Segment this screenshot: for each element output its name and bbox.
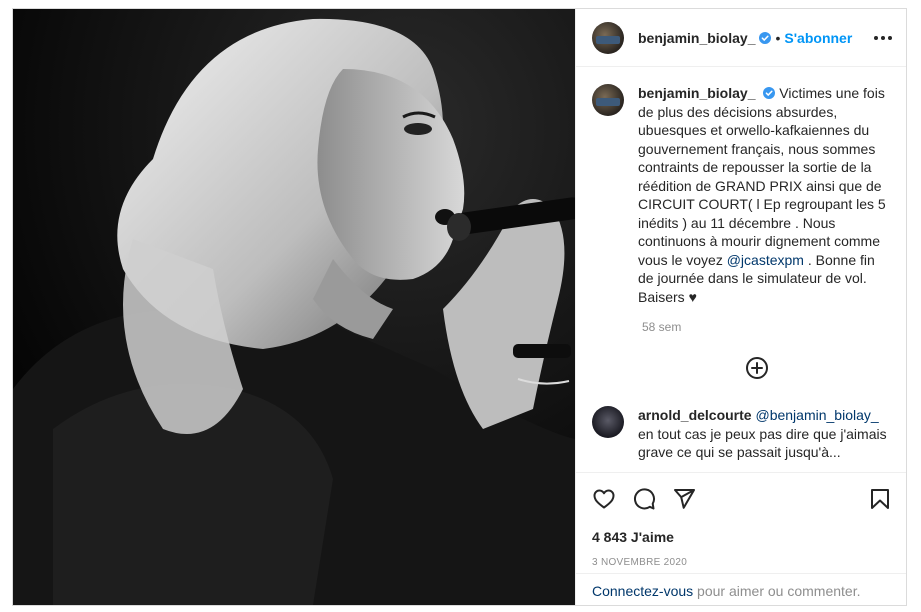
- plus-circle-icon[interactable]: [745, 356, 769, 380]
- author-username[interactable]: benjamin_biolay_: [638, 30, 755, 46]
- more-options-icon[interactable]: [868, 30, 892, 46]
- bookmark-icon[interactable]: [868, 487, 892, 511]
- login-prompt: Connectez-vous pour aimer ou commenter.: [576, 573, 906, 605]
- action-icons: [592, 483, 892, 515]
- post-header: benjamin_biolay_ • S'abonner: [576, 9, 906, 67]
- post-card: benjamin_biolay_ • S'abonner benjamin_bi…: [12, 8, 907, 606]
- post-photo[interactable]: [13, 9, 575, 605]
- post-date[interactable]: 3 NOVEMBRE 2020: [592, 557, 892, 568]
- caption-username[interactable]: benjamin_biolay_: [638, 85, 755, 101]
- header-separator: •: [775, 29, 781, 46]
- comment-mention-link[interactable]: @benjamin_biolay_: [755, 407, 878, 423]
- post-actions: 4 843 J'aime 3 NOVEMBRE 2020: [576, 472, 906, 568]
- commenter-username[interactable]: arnold_delcourte: [638, 407, 752, 423]
- heart-icon[interactable]: [592, 487, 616, 511]
- caption-avatar[interactable]: [592, 84, 624, 116]
- caption-time[interactable]: 58 sem: [642, 320, 892, 334]
- singer-photo-illustration: [13, 9, 575, 605]
- caption-verified-badge-icon: [763, 87, 776, 99]
- comment-icon[interactable]: [632, 487, 656, 511]
- comment-item: arnold_delcourte @benjamin_biolay_ en to…: [592, 406, 892, 462]
- verified-badge-icon: [759, 31, 772, 44]
- caption-text: benjamin_biolay_ Victimes une fois de pl…: [638, 84, 892, 306]
- caption: benjamin_biolay_ Victimes une fois de pl…: [592, 84, 892, 306]
- load-more-comments[interactable]: [622, 356, 892, 380]
- comment-text: arnold_delcourte @benjamin_biolay_ en to…: [638, 406, 892, 462]
- login-text: pour aimer ou commenter.: [693, 583, 861, 599]
- login-link[interactable]: Connectez-vous: [592, 583, 693, 599]
- commenter-avatar[interactable]: [592, 406, 624, 438]
- author-avatar[interactable]: [592, 21, 624, 54]
- comment-text-content: en tout cas je peux pas dire que j'aimai…: [638, 425, 887, 461]
- caption-text-part-1: Victimes une fois de plus des décisions …: [638, 85, 886, 268]
- share-icon[interactable]: [672, 487, 696, 511]
- heart-emoji: ♥: [688, 288, 697, 305]
- post-side-panel: benjamin_biolay_ • S'abonner benjamin_bi…: [575, 9, 906, 605]
- subscribe-button[interactable]: S'abonner: [784, 30, 852, 46]
- likes-count[interactable]: 4 843 J'aime: [592, 529, 892, 545]
- comments-section[interactable]: benjamin_biolay_ Victimes une fois de pl…: [576, 68, 906, 472]
- caption-mention-link[interactable]: @jcastexpm: [727, 252, 804, 268]
